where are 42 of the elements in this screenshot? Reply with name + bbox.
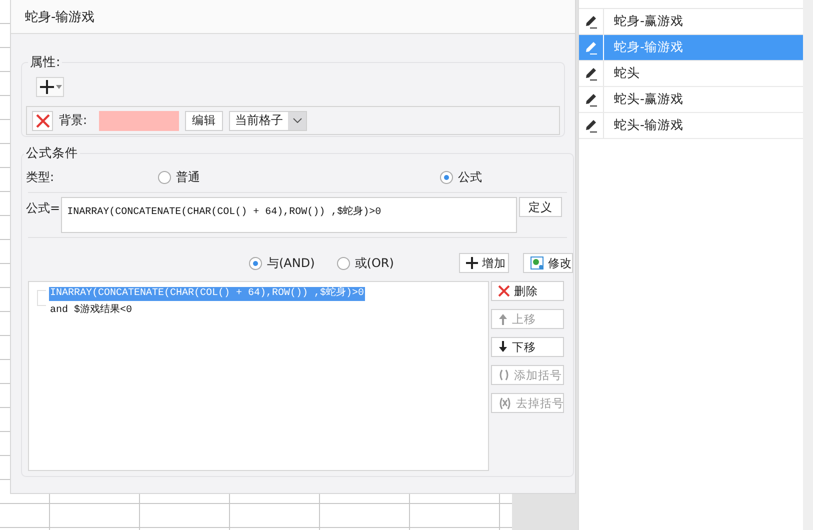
tree-connector	[37, 290, 46, 306]
pencil-icon	[584, 40, 598, 54]
pencil-icon	[584, 92, 598, 106]
remove-parentheses-icon	[498, 396, 512, 410]
edit-gear-icon	[530, 256, 544, 270]
x-icon	[498, 285, 510, 297]
parentheses-icon	[498, 369, 510, 381]
edit-button[interactable]: 编辑	[185, 110, 224, 130]
scope-dropdown[interactable]: 当前格子	[229, 110, 308, 130]
action-button[interactable]: 下移	[491, 337, 564, 357]
action-button[interactable]: 删除	[491, 281, 564, 301]
pencil-icon	[584, 14, 598, 28]
down-arrow-icon	[498, 341, 508, 353]
pencil-icon	[584, 118, 598, 132]
radio-button[interactable]: 与(AND)	[249, 254, 315, 272]
add-button[interactable]: 增加	[458, 253, 509, 273]
up-arrow-icon	[498, 313, 508, 325]
caret-icon	[56, 85, 62, 89]
chevron-down-icon	[292, 118, 302, 123]
plus-icon	[38, 79, 54, 95]
radio-button[interactable]: 普通	[158, 168, 200, 186]
radio-button[interactable]: 或(OR)	[336, 254, 394, 272]
define-button[interactable]: 定义	[519, 197, 562, 217]
group-label: 公式条件	[25, 145, 79, 162]
add-property-button[interactable]	[36, 77, 64, 97]
remove-button[interactable]	[32, 110, 53, 130]
field-label: 类型:	[26, 168, 54, 186]
modify-button[interactable]: 修改	[522, 253, 573, 273]
condition-item[interactable]: and $游戏结果<0	[49, 304, 134, 318]
group-label: 属性:	[29, 54, 62, 71]
formula-field[interactable]: INARRAY(CONCATENATE(CHAR(COL() + 64),ROW()) ,$蛇身)>0	[61, 197, 518, 233]
radio-button[interactable]: 公式	[440, 168, 482, 186]
field-label: 背景:	[59, 112, 88, 129]
list-item[interactable]: 蛇头	[579, 61, 803, 87]
x-icon	[36, 114, 50, 128]
dialog-title: 蛇身-输游戏	[25, 8, 95, 26]
field-label: 公式=	[26, 200, 60, 217]
plus-icon	[466, 257, 478, 269]
list-item[interactable]: 蛇头-输游戏	[579, 113, 803, 139]
list-item[interactable]: 蛇头-赢游戏	[579, 87, 803, 113]
color-swatch[interactable]	[99, 110, 180, 130]
pencil-icon	[584, 66, 598, 80]
